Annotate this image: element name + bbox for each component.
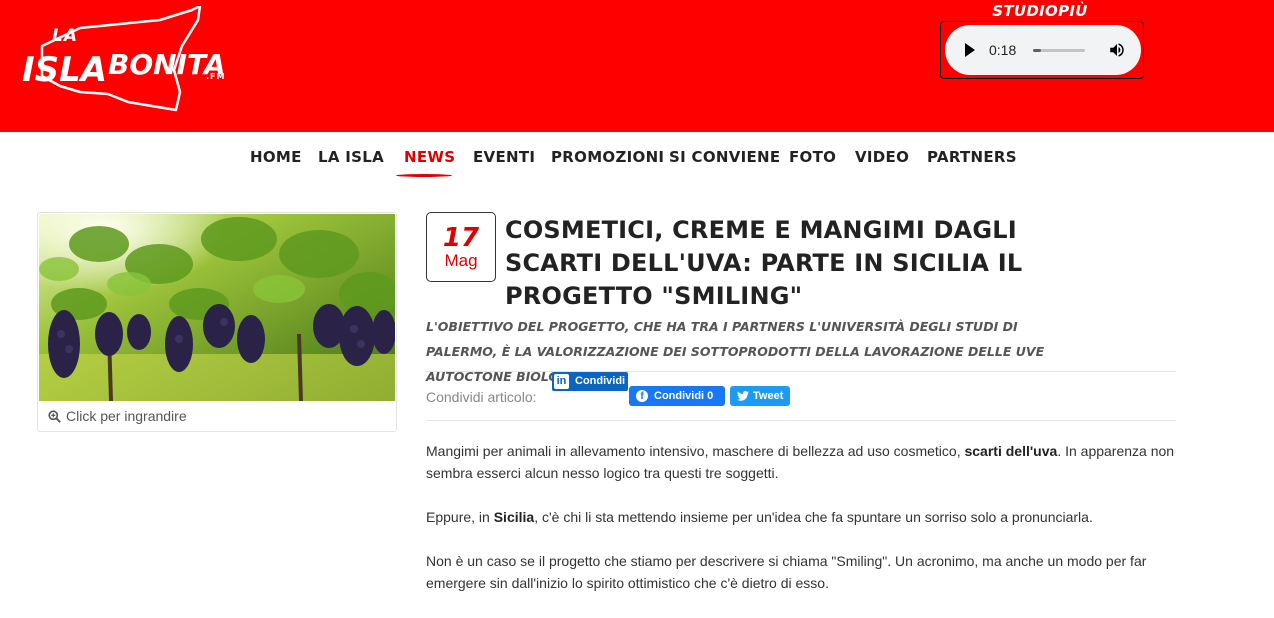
nav-item-eventi[interactable]: EVENTI [473,148,535,166]
article-image-card: Click per ingrandire [37,212,397,432]
main-nav: HOME LA ISLA NEWS EVENTI PROMOZIONI SI C… [0,148,1274,178]
paragraph-text: , c'è chi li sta mettendo insieme per un… [534,509,1093,525]
facebook-icon: f [636,390,648,402]
volume-icon[interactable] [1108,41,1126,59]
article-image[interactable] [39,214,395,401]
twitter-share-button[interactable]: Tweet [730,386,790,406]
audio-player-frame: 0:18 [940,21,1144,79]
nav-item-video[interactable]: VIDEO [855,148,909,166]
nav-active-underline [396,174,452,177]
player-progress-bar[interactable] [1033,49,1085,52]
nav-item-la-isla[interactable]: LA ISLA [318,148,384,166]
linkedin-share-button[interactable]: in Condividi [552,372,628,391]
site-logo[interactable]: LA ISLA BONITA .FM [20,6,226,114]
nav-item-home[interactable]: HOME [250,148,302,166]
article-paragraph: Non è un caso se il progetto che stiamo … [426,550,1181,594]
twitter-bird-icon [737,391,749,401]
zoom-in-icon [48,410,61,423]
nav-item-foto[interactable]: FOTO [789,148,836,166]
article-date: 17 Mag [426,212,496,282]
logo-text-isla: ISLA [22,50,108,90]
paragraph-text: Non è un caso se il progetto che stiamo … [426,553,1147,591]
site-header: LA ISLA BONITA .FM STUDIOPIÙ SICILIA 0:1… [0,0,1274,132]
facebook-share-button[interactable]: f Condividi 0 [629,386,725,406]
facebook-share-label: Condividi 0 [654,390,714,402]
nav-item-partners[interactable]: PARTNERS [927,148,1017,166]
logo-text-fm: .FM [206,72,226,81]
article-date-month: Mag [444,251,478,270]
nav-item-promozioni[interactable]: PROMOZIONI [551,148,664,166]
linkedin-icon: in [554,374,569,389]
paragraph-bold: Sicilia [493,509,535,525]
divider [426,371,1176,372]
paragraph-text: Eppure, in [426,509,494,525]
nav-item-news[interactable]: NEWS [404,148,455,166]
article-subtitle: L'OBIETTIVO DEL PROGETTO, CHE HA TRA I P… [426,319,1045,384]
nav-item-si-conviene[interactable]: SI CONVIENE [669,148,780,166]
article-title: COSMETICI, CREME E MANGIMI DAGLI SCARTI … [505,216,1023,310]
article-paragraph: Mangimi per animali in allevamento inten… [426,440,1181,484]
article-paragraph: Eppure, in Sicilia, c'è chi li sta mette… [426,506,1181,528]
vineyard-grapes-image [39,214,395,401]
enlarge-label: Click per ingrandire [66,408,187,424]
twitter-share-label: Tweet [753,390,784,402]
logo-text-la: LA [52,26,78,46]
player-progress-fill [1033,49,1041,52]
play-icon[interactable] [965,43,975,57]
enlarge-image-link[interactable]: Click per ingrandire [48,408,187,424]
linkedin-share-label: Condividi [575,375,626,387]
paragraph-bold: scarti dell'uva [964,443,1058,459]
article-date-day: 17 [442,223,480,253]
paragraph-text: Mangimi per animali in allevamento inten… [426,443,965,459]
article-body: Mangimi per animali in allevamento inten… [426,440,1181,616]
player-time: 0:18 [989,42,1017,58]
audio-player: 0:18 [945,25,1141,75]
divider [426,420,1176,421]
share-label: Condividi articolo: [426,389,537,405]
